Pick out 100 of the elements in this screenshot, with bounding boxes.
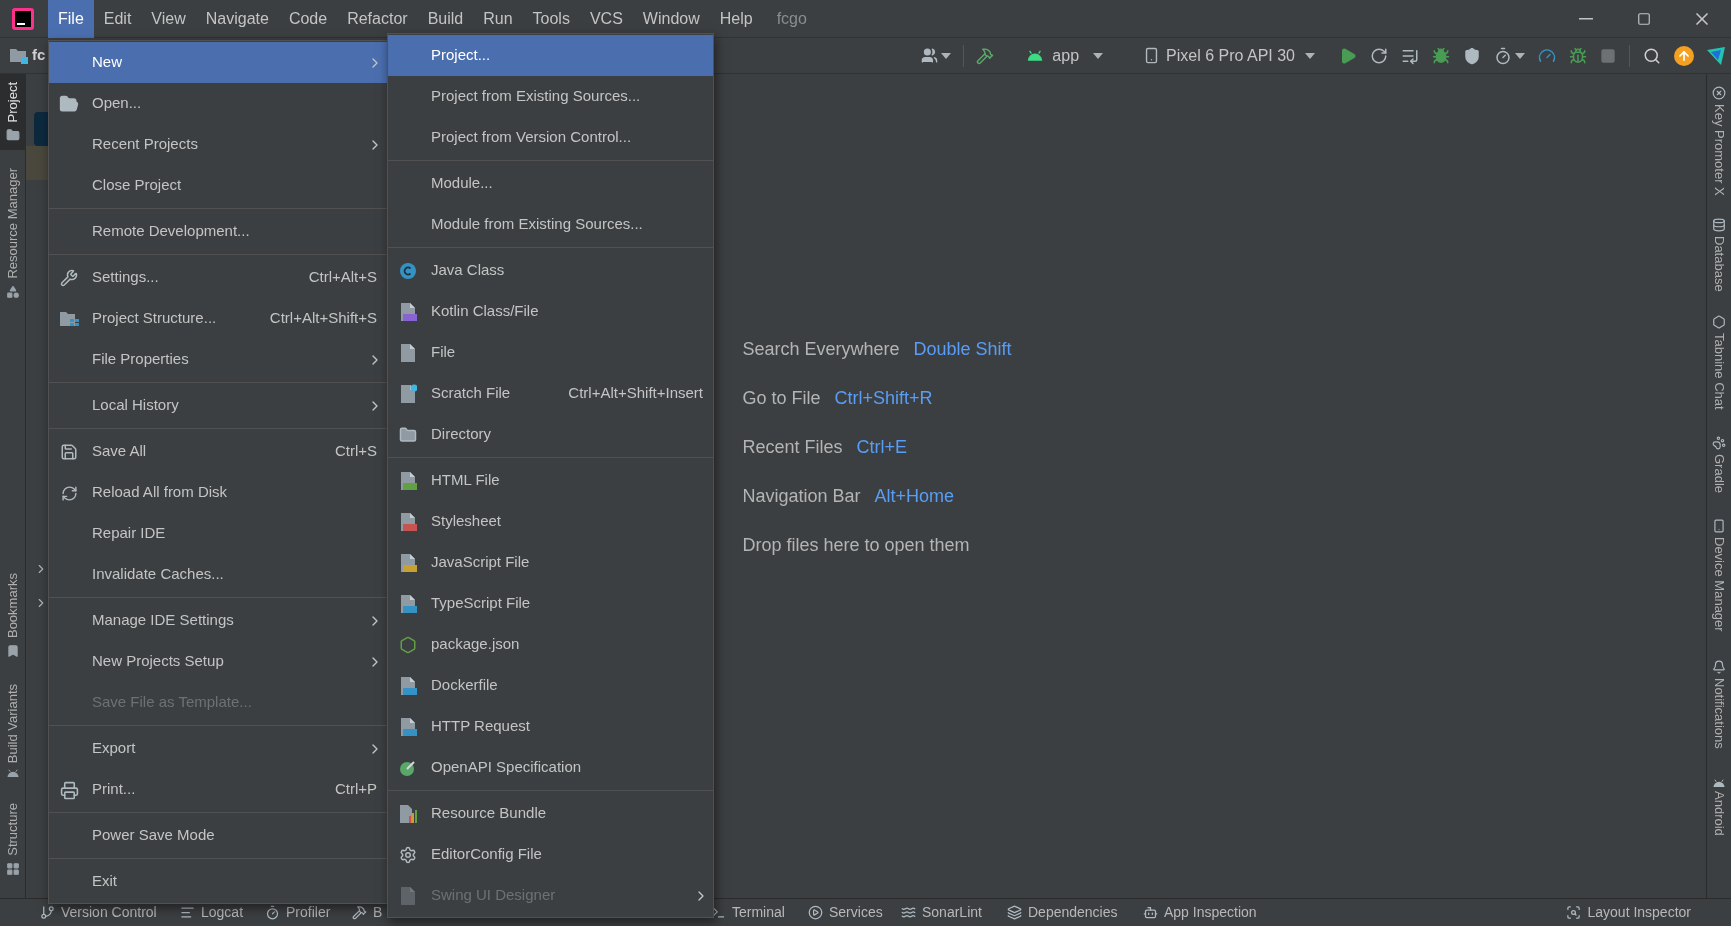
shield-icon[interactable] (1463, 46, 1481, 65)
menu-item[interactable]: File (388, 332, 713, 373)
account-button[interactable] (921, 47, 952, 64)
menu-item[interactable]: JavaScript File (388, 542, 713, 583)
tool-window-tab[interactable]: Gradle (1709, 436, 1729, 494)
breadcrumb[interactable]: fc (32, 44, 46, 67)
menu-item[interactable]: Open... (49, 83, 387, 124)
menu-bar-item[interactable]: Code (278, 0, 338, 38)
gauge-icon[interactable] (1538, 46, 1556, 65)
menu-item[interactable]: Resource Bundle (388, 793, 713, 834)
robot-icon (1143, 905, 1158, 920)
menu-item[interactable]: package.json (388, 624, 713, 665)
menu-bar-item[interactable]: Edit (93, 0, 142, 38)
menu-item[interactable]: Power Save Mode (49, 815, 387, 856)
paw-icon (1712, 436, 1726, 451)
menu-item[interactable]: Directory (388, 414, 713, 455)
menu-bar-item[interactable]: Help (709, 0, 763, 38)
menu-item[interactable]: Close Project (49, 165, 387, 206)
menu-item[interactable]: Project Structure... Ctrl+Alt+Shift+S (49, 298, 387, 339)
tool-window-tab[interactable]: Notifications (1709, 659, 1729, 749)
tool-window-tab[interactable]: Tabnine Chat (1709, 315, 1729, 411)
device-dropdown[interactable]: Pixel 6 Pro API 30 (1143, 43, 1315, 68)
scratch-file-icon (399, 384, 417, 404)
menu-item[interactable]: Module from Existing Sources... (388, 204, 713, 245)
run-icon[interactable] (1339, 46, 1357, 65)
menu-item[interactable]: New (49, 42, 387, 83)
menu-item[interactable]: Print... Ctrl+P (49, 769, 387, 810)
folder-icon (10, 47, 28, 64)
menu-item[interactable]: Repair IDE (49, 513, 387, 554)
folder-open-icon (59, 94, 79, 114)
tool-window-tab[interactable]: Structure (0, 795, 26, 884)
menu-item[interactable]: Project from Existing Sources... (388, 76, 713, 117)
menu-bar-item[interactable]: Refactor (337, 0, 418, 38)
menu-item[interactable]: Invalidate Caches... (49, 554, 387, 595)
window-title: fcgo (776, 8, 807, 29)
menu-item[interactable]: HTTP Request (388, 706, 713, 747)
menu-item[interactable]: Local History (49, 385, 387, 426)
tool-window-button[interactable]: Profiler (265, 902, 331, 923)
rerun-icon[interactable] (1370, 46, 1388, 65)
plugin-logo-icon[interactable] (1707, 46, 1725, 65)
menu-item[interactable]: Project from Version Control... (388, 117, 713, 158)
menu-item[interactable]: Recent Projects (49, 124, 387, 165)
folder-icon (6, 128, 20, 143)
tool-window-button[interactable]: Version Control (40, 902, 157, 923)
folder-icon (399, 426, 417, 444)
menu-item[interactable]: Module... (388, 163, 713, 204)
menu-bar-item[interactable]: Navigate (195, 0, 279, 38)
menu-item[interactable]: Settings... Ctrl+Alt+S (49, 257, 387, 298)
tool-window-tab[interactable]: Resource Manager (0, 160, 26, 308)
tool-window-tab[interactable]: Device Manager (1709, 519, 1729, 632)
tool-window-button[interactable]: App Inspection (1143, 902, 1257, 923)
menu-item[interactable]: Remote Development... (49, 211, 387, 252)
hammer-icon[interactable] (976, 46, 995, 65)
gear-icon (399, 846, 417, 864)
tool-window-button[interactable]: Layout Inspector (1566, 902, 1691, 923)
menu-item[interactable]: Scratch File Ctrl+Alt+Shift+Insert (388, 373, 713, 414)
file-icon (399, 343, 417, 363)
menu-item[interactable]: Export (49, 728, 387, 769)
tool-window-button[interactable]: Dependencies (1007, 902, 1118, 923)
wrench-icon (60, 269, 78, 287)
menu-item[interactable]: OpenAPI Specification (388, 747, 713, 788)
menu-item[interactable]: New Projects Setup (49, 641, 387, 682)
menu-item[interactable]: Java Class (388, 250, 713, 291)
tool-window-button[interactable]: Terminal (711, 902, 785, 923)
tool-window-button[interactable]: SonarLint (901, 902, 982, 923)
menu-item[interactable]: Save All Ctrl+S (49, 431, 387, 472)
tool-window-tab[interactable]: Android (1709, 778, 1729, 836)
menu-item[interactable]: Exit (49, 861, 387, 902)
scan-search-icon (1566, 905, 1582, 920)
menu-item[interactable]: EditorConfig File (388, 834, 713, 875)
menu-bar-item[interactable]: File (48, 0, 94, 38)
debug-icon[interactable] (1432, 46, 1450, 65)
menu-item[interactable]: Reload All from Disk (49, 472, 387, 513)
update-icon[interactable] (1674, 45, 1694, 66)
menu-item[interactable]: TypeScript File (388, 583, 713, 624)
menu-item[interactable]: Project... (388, 35, 713, 76)
tool-window-tab[interactable]: Project (0, 74, 26, 151)
class-icon (399, 262, 417, 280)
menu-bar-item[interactable]: View (141, 0, 196, 38)
menu-item[interactable]: Kotlin Class/File (388, 291, 713, 332)
run-config-dropdown[interactable]: app (1026, 43, 1104, 68)
tool-window-tab[interactable]: Build Variants (0, 675, 26, 786)
tool-window-tab[interactable]: Database (1709, 217, 1729, 292)
tool-window-button[interactable]: B (352, 902, 383, 923)
android-icon (1026, 50, 1045, 61)
search-icon[interactable] (1643, 46, 1661, 65)
tool-window-button[interactable]: Services (808, 902, 883, 923)
tool-window-tab[interactable]: Key Promoter X (1709, 86, 1729, 196)
tool-window-button[interactable]: Logcat (180, 902, 244, 923)
menu-item[interactable]: Dockerfile (388, 665, 713, 706)
menu-item[interactable]: Stylesheet (388, 501, 713, 542)
menu-item[interactable]: Manage IDE Settings (49, 600, 387, 641)
caret-icon (1305, 52, 1315, 59)
shortcut-text: Alt+Home (874, 484, 955, 508)
menu-item[interactable]: HTML File (388, 460, 713, 501)
tool-window-tab[interactable]: Bookmarks (0, 564, 26, 666)
terminal-icon (711, 905, 726, 920)
ts-file-icon (399, 594, 417, 614)
profile-button[interactable] (1494, 46, 1525, 65)
menu-item[interactable]: File Properties (49, 339, 387, 380)
